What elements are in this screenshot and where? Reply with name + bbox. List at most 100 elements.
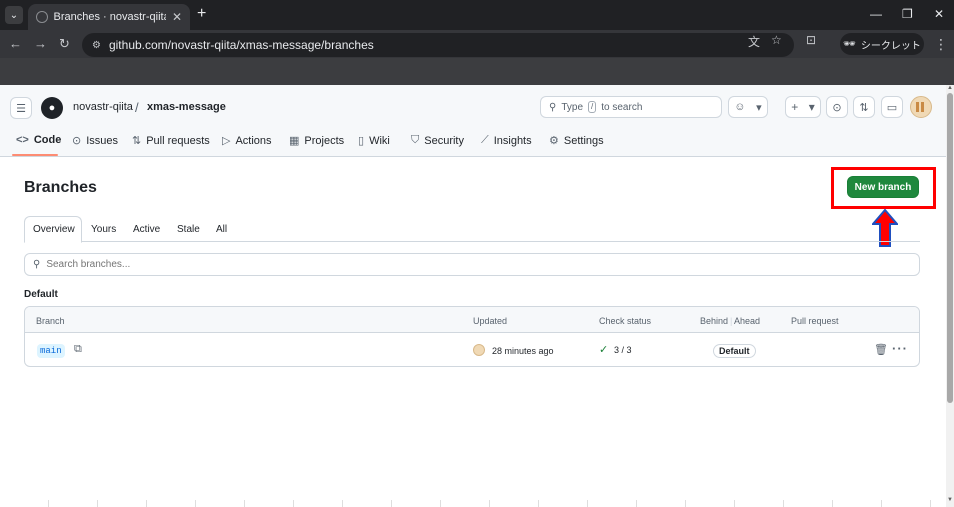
- check-icon[interactable]: ✓: [599, 343, 608, 356]
- translate-icon[interactable]: 文: [748, 33, 760, 50]
- chevron-down-icon: ▾: [756, 101, 762, 114]
- copilot-icon: ☺: [734, 101, 746, 113]
- pull-requests-icon[interactable]: ⇅: [853, 96, 875, 118]
- global-search-input[interactable]: ⚲ Type / to search: [540, 96, 722, 118]
- bookmark-star-icon[interactable]: ☆: [771, 33, 782, 47]
- breadcrumb-repo[interactable]: xmas-message: [147, 101, 226, 113]
- default-section-label: Default: [24, 289, 58, 300]
- slash-key-hint: /: [588, 101, 597, 113]
- tab-search-chevron-icon[interactable]: ⌄: [5, 6, 23, 24]
- header-behind: Behind: [700, 316, 729, 326]
- trash-icon[interactable]: 🗑: [874, 343, 888, 356]
- bottom-edge-marks: [0, 500, 946, 507]
- chevron-down-icon: ▾: [808, 100, 815, 114]
- shield-icon: ⛉: [411, 134, 420, 146]
- copilot-button[interactable]: ☺ ▾: [728, 96, 768, 118]
- issue-icon: ⊙: [72, 135, 82, 147]
- reload-icon[interactable]: ↻: [59, 36, 70, 52]
- check-status-value[interactable]: 3 / 3: [614, 345, 632, 355]
- tab-pull-requests-label: Pull requests: [146, 134, 210, 147]
- github-favicon-icon: [36, 11, 48, 23]
- url-text: github.com/novastr-qiita/xmas-message/br…: [108, 38, 374, 52]
- tab-code[interactable]: <> Code: [16, 134, 61, 146]
- tab-close-icon[interactable]: ✕: [172, 10, 182, 24]
- search-suffix: to search: [601, 101, 643, 113]
- sub-tab-stale[interactable]: Stale: [177, 224, 200, 235]
- hamburger-menu-icon[interactable]: ☰: [10, 97, 32, 119]
- scroll-down-icon[interactable]: ▼: [947, 497, 953, 503]
- tab-settings-label: Settings: [563, 134, 604, 147]
- breadcrumb-separator: /: [135, 100, 139, 115]
- copy-icon[interactable]: ⧉: [74, 343, 82, 356]
- new-tab-button[interactable]: +: [197, 5, 206, 23]
- browser-address-bar: ← → ↻ ⚙ github.com/novastr-qiita/xmas-me…: [0, 30, 954, 58]
- tab-title: Branches · novastr-qiita/xmas-message: [53, 11, 166, 23]
- screenshot-icon[interactable]: ⊡: [806, 33, 816, 47]
- tab-pull-requests[interactable]: ⇅ Pull requests: [132, 134, 210, 148]
- gear-icon: ⚙: [549, 135, 559, 147]
- minimize-icon[interactable]: —: [870, 7, 882, 21]
- search-icon: ⚲: [549, 101, 557, 113]
- issues-icon[interactable]: ⊙: [826, 96, 848, 118]
- sub-tab-overview[interactable]: Overview: [33, 224, 75, 235]
- default-badge: Default: [713, 344, 756, 358]
- omnibox[interactable]: ⚙ github.com/novastr-qiita/xmas-message/…: [82, 33, 794, 57]
- plus-icon: +: [791, 100, 799, 114]
- branches-table: Branch Updated Check status Behind | Ahe…: [24, 306, 920, 367]
- header-divider: |: [730, 316, 733, 326]
- tab-wiki[interactable]: ▯ Wiki: [358, 134, 390, 148]
- header-check-status: Check status: [599, 316, 652, 326]
- forward-arrow-icon[interactable]: →: [34, 36, 47, 51]
- sub-tab-active[interactable]: Active: [133, 224, 160, 235]
- browser-tab[interactable]: Branches · novastr-qiita/xmas-message ✕: [28, 4, 190, 30]
- tab-projects-label: Projects: [304, 134, 345, 147]
- page-scrollbar[interactable]: ▲ ▼: [946, 85, 954, 507]
- tab-issues[interactable]: ⊙ Issues: [72, 134, 119, 148]
- inbox-icon[interactable]: ▭: [881, 96, 903, 118]
- pull-request-icon: ⇅: [132, 135, 142, 147]
- tab-projects[interactable]: ▦ Projects: [289, 134, 345, 148]
- more-options-icon[interactable]: ···: [892, 341, 908, 356]
- tab-insights-label: Insights: [493, 134, 532, 147]
- play-icon: ▷: [222, 135, 231, 147]
- tab-actions[interactable]: ▷ Actions: [222, 134, 272, 148]
- browser-menu-icon[interactable]: ⋮: [934, 36, 948, 53]
- tab-issues-label: Issues: [86, 134, 119, 147]
- scroll-up-icon[interactable]: ▲: [947, 85, 953, 91]
- maximize-icon[interactable]: ❐: [902, 7, 913, 21]
- incognito-indicator[interactable]: 🕶 シークレット: [840, 33, 924, 55]
- tab-actions-label: Actions: [235, 134, 272, 147]
- committer-avatar[interactable]: [473, 344, 485, 356]
- new-branch-button[interactable]: New branch: [847, 176, 919, 198]
- header-pull-request: Pull request: [791, 316, 839, 326]
- tab-security[interactable]: ⛉ Security: [411, 134, 464, 147]
- updated-time: 28 minutes ago: [492, 346, 554, 356]
- scroll-thumb[interactable]: [947, 93, 953, 403]
- browser-toolbar-gap: [0, 58, 954, 85]
- tab-insights[interactable]: ⟋ Insights: [481, 134, 532, 147]
- incognito-icon: 🕶: [843, 38, 856, 50]
- user-avatar[interactable]: [910, 96, 932, 118]
- branch-search-box[interactable]: ⚲: [24, 253, 920, 276]
- table-icon: ▦: [289, 135, 300, 147]
- search-icon: ⚲: [33, 259, 41, 270]
- tab-code-label: Code: [33, 134, 62, 146]
- sub-tab-all[interactable]: All: [216, 224, 227, 235]
- close-window-icon[interactable]: ✕: [934, 7, 944, 21]
- github-logo-icon[interactable]: ●: [41, 97, 63, 119]
- branch-search-input[interactable]: [46, 259, 867, 270]
- breadcrumb-owner[interactable]: novastr-qiita: [73, 101, 133, 113]
- create-new-button[interactable]: + ▾: [785, 96, 821, 118]
- tab-settings[interactable]: ⚙ Settings: [549, 134, 604, 148]
- branch-name-link[interactable]: main: [37, 344, 65, 358]
- tab-security-label: Security: [424, 134, 464, 147]
- search-prefix: Type: [561, 101, 584, 113]
- tab-wiki-label: Wiki: [369, 134, 390, 147]
- sub-tab-yours[interactable]: Yours: [91, 224, 116, 235]
- graph-icon: ⟋: [481, 134, 489, 146]
- code-icon: <>: [16, 134, 29, 146]
- back-arrow-icon[interactable]: ←: [9, 36, 22, 51]
- site-info-icon[interactable]: ⚙: [92, 40, 101, 51]
- header-branch: Branch: [36, 316, 65, 326]
- selected-tab-indicator: [12, 154, 58, 156]
